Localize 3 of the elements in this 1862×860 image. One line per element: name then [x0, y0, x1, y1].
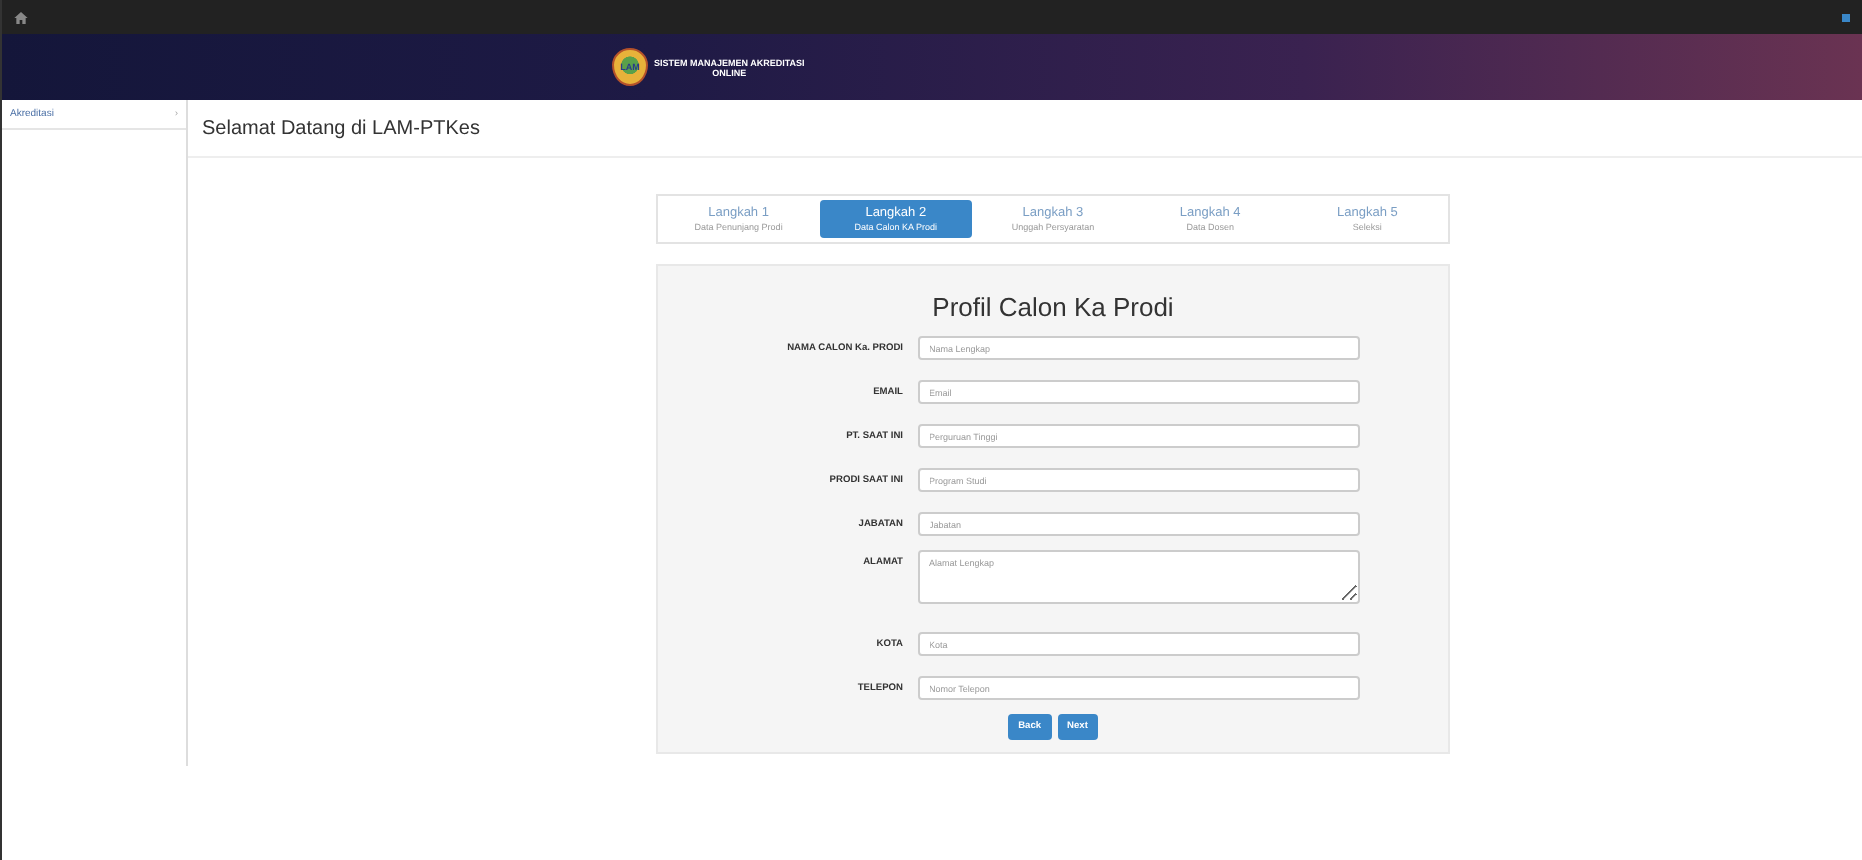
- form-title: Profil Calon Ka Prodi: [932, 292, 1174, 322]
- home-icon[interactable]: [14, 11, 28, 23]
- page-title: Selamat Datang di LAM-PTKes: [188, 100, 1862, 158]
